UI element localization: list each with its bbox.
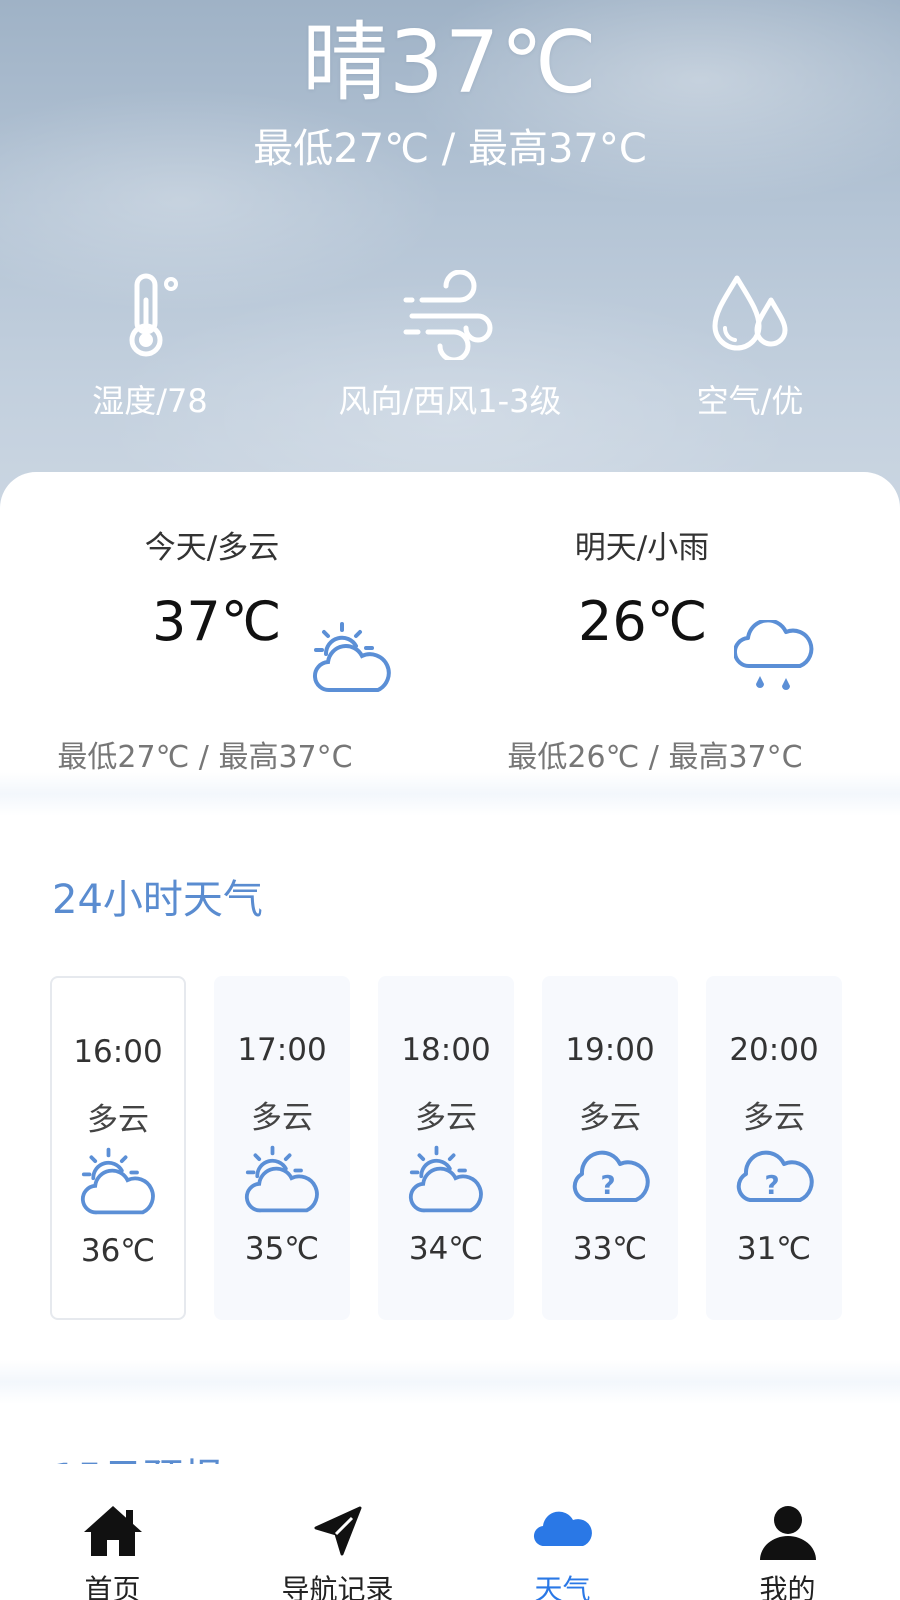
hourly-section-title: 24小时天气 [52, 877, 263, 923]
hour-condition: 多云 [251, 1100, 313, 1136]
hour-temp: 31℃ [736, 1231, 812, 1267]
nav-label-weather: 天气 [534, 1573, 591, 1600]
humidity-label: 湿度/78 [92, 382, 208, 420]
air-quality-label: 空气/优 [696, 382, 804, 420]
section-divider [0, 1360, 900, 1404]
hour-card-selected[interactable]: 16:00 多云 36℃ [50, 976, 186, 1320]
nav-item-navigation-records[interactable]: 导航记录 [225, 1482, 450, 1600]
navigation-arrow-icon [314, 1506, 361, 1556]
today-label: 今天/多云 [144, 530, 280, 566]
tomorrow-forecast[interactable]: 明天/小雨 26℃ 最低26℃ / 最高37°C [450, 522, 900, 775]
today-forecast[interactable]: 今天/多云 37℃ 最低27℃ / 最高37°C [0, 522, 450, 775]
current-weather-title: 晴37℃ [301, 13, 598, 113]
home-icon [83, 1506, 142, 1556]
hour-condition: 多云 [87, 1102, 149, 1138]
bottom-nav: 首页 导航记录 天气 我的 [0, 1482, 900, 1600]
svg-text:?: ? [764, 1171, 779, 1201]
today-range: 最低27℃ / 最高37°C [57, 740, 353, 775]
unknown-cloud-icon: ? [736, 1150, 814, 1202]
partly-cloudy-icon [408, 1145, 483, 1213]
hour-card[interactable]: 18:00 多云 34℃ [378, 976, 514, 1320]
tomorrow-temp: 26℃ [578, 590, 708, 653]
section-divider [0, 772, 900, 816]
water-drops-icon [712, 275, 788, 351]
wind-label: 风向/西风1-3级 [338, 382, 562, 420]
current-temp-range: 最低27℃ / 最高37°C [253, 126, 647, 172]
light-rain-icon [734, 620, 814, 690]
hour-card[interactable]: 20:00 多云 ? 31℃ [706, 976, 842, 1320]
nav-item-mine[interactable]: 我的 [675, 1482, 900, 1600]
hour-card[interactable]: 17:00 多云 35℃ [214, 976, 350, 1320]
hour-temp: 34℃ [408, 1231, 484, 1267]
hour-condition: 多云 [579, 1100, 641, 1136]
nav-label-navigation-records: 导航记录 [281, 1573, 394, 1600]
wind-icon [403, 270, 493, 360]
next-section-title: 15日预报 [52, 1446, 252, 1464]
hour-time: 20:00 [729, 1032, 819, 1068]
hour-temp: 36℃ [80, 1233, 156, 1269]
cloud-icon [533, 1511, 592, 1547]
svg-text:?: ? [600, 1171, 615, 1201]
next-section-title-peek: 15日预报 [52, 1446, 252, 1464]
hour-temp: 33℃ [572, 1231, 648, 1267]
hour-time: 17:00 [237, 1032, 327, 1068]
tomorrow-range: 最低26℃ / 最高37°C [507, 740, 803, 775]
unknown-cloud-icon: ? [572, 1150, 650, 1202]
weather-hero: 晴37℃ 最低27℃ / 最高37°C 湿度/78 风向/西风1-3级 空气/优 [0, 0, 900, 520]
hour-time: 18:00 [401, 1032, 491, 1068]
tomorrow-label: 明天/小雨 [574, 530, 710, 566]
today-temp: 37℃ [152, 590, 282, 653]
air-quality-stat: 空气/优 [600, 270, 900, 422]
nav-item-weather[interactable]: 天气 [450, 1482, 675, 1600]
partly-cloudy-icon [244, 1145, 319, 1213]
hour-temp: 35℃ [244, 1231, 320, 1267]
hour-condition: 多云 [743, 1100, 805, 1136]
humidity-stat: 湿度/78 [0, 270, 300, 422]
partly-cloudy-icon [312, 622, 391, 693]
wind-stat: 风向/西风1-3级 [300, 270, 600, 422]
partly-cloudy-icon [80, 1147, 155, 1215]
hour-condition: 多云 [415, 1100, 477, 1136]
forecast-panel: 今天/多云 37℃ 最低27℃ / 最高37°C 明天/小雨 26℃ 最低26℃… [0, 472, 900, 1600]
thermometer-icon [129, 273, 178, 357]
hour-time: 19:00 [565, 1032, 655, 1068]
nav-label-home: 首页 [84, 1573, 141, 1600]
hour-card[interactable]: 19:00 多云 ? 33℃ [542, 976, 678, 1320]
hour-time: 16:00 [73, 1034, 163, 1070]
nav-item-home[interactable]: 首页 [0, 1482, 225, 1600]
user-icon [759, 1506, 816, 1560]
nav-label-mine: 我的 [759, 1573, 816, 1600]
